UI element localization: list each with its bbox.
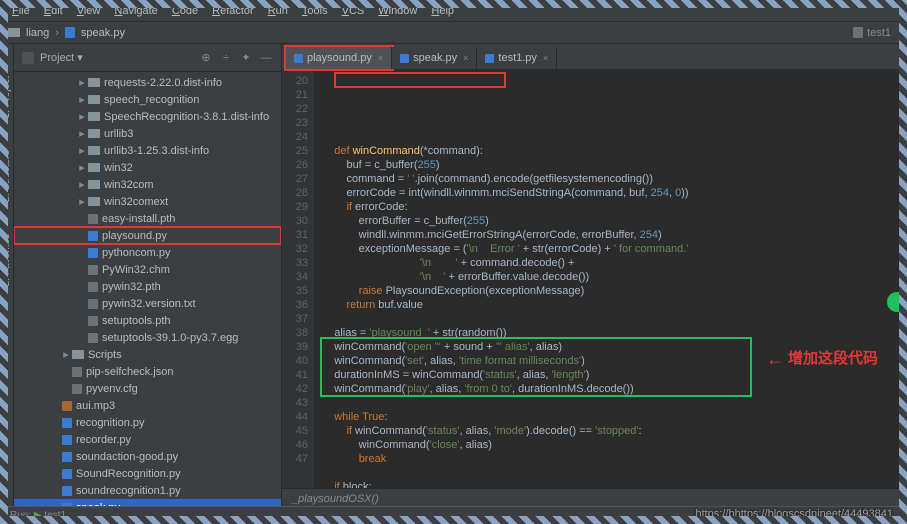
gear-icon[interactable]: ✦	[239, 51, 253, 65]
editor-breadcrumb[interactable]: _playsoundOSX()	[282, 488, 907, 508]
tool-structure[interactable]: 2: Structure	[1, 146, 12, 206]
tree-item[interactable]: ▸win32com	[14, 176, 281, 193]
crumb-file[interactable]: speak.py	[81, 27, 125, 39]
tree-item[interactable]: PyWin32.chm	[14, 261, 281, 278]
floating-badge[interactable]	[887, 292, 907, 312]
breadcrumb: liang › speak.py test1	[0, 22, 907, 44]
code-area[interactable]: 2021222324252627282930313233343536373839…	[282, 70, 907, 488]
python-file-icon	[65, 27, 75, 38]
tree-item[interactable]: playsound.py	[14, 227, 281, 244]
project-sidebar: Project ▾ ⊕ ÷ ✦ — ▸requests-2.22.0.dist-…	[14, 44, 282, 508]
tree-item[interactable]: ▸urllib3-1.25.3.dist-info	[14, 142, 281, 159]
menu-edit[interactable]: Edit	[38, 3, 69, 19]
tree-item[interactable]: ▸speech_recognition	[14, 91, 281, 108]
menu-help[interactable]: Help	[425, 3, 460, 19]
chevron-right-icon: ›	[55, 27, 59, 39]
code-content[interactable]: ←增加这段代码 def winCommand(*command): buf = …	[314, 70, 907, 488]
tree-item[interactable]: soundaction-good.py	[14, 448, 281, 465]
menu-refactor[interactable]: Refactor	[206, 3, 260, 19]
collapse-icon[interactable]: ÷	[219, 51, 233, 65]
tree-item[interactable]: pyvenv.cfg	[14, 380, 281, 397]
close-icon[interactable]: ×	[463, 53, 468, 63]
menu-view[interactable]: View	[71, 3, 107, 19]
tree-item[interactable]: pywin32.pth	[14, 278, 281, 295]
run-config-status[interactable]: test1	[853, 27, 899, 39]
tab-speak-py[interactable]: speak.py×	[392, 47, 477, 69]
tree-item[interactable]: ▸Scripts	[14, 346, 281, 363]
highlight-def	[334, 72, 506, 88]
tab-test1-py[interactable]: test1.py×	[477, 47, 557, 69]
menu-vcs[interactable]: VCS	[336, 3, 371, 19]
tree-item[interactable]: ▸urllib3	[14, 125, 281, 142]
tree-item[interactable]: soundrecognition1.py	[14, 482, 281, 499]
project-tree[interactable]: ▸requests-2.22.0.dist-info▸speech_recogn…	[14, 72, 281, 508]
watermark-url: https://bhttps://blogscsdnineet/44493841	[695, 508, 893, 520]
tree-item[interactable]: pywin32.version.txt	[14, 295, 281, 312]
menu-run[interactable]: Run	[262, 3, 294, 19]
tool-window-stripe-left: 1: Project 2: Structure 2: Favorites	[0, 44, 14, 508]
tree-item[interactable]: setuptools-39.1.0-py3.7.egg	[14, 329, 281, 346]
tree-item[interactable]: setuptools.pth	[14, 312, 281, 329]
project-dropdown[interactable]: Project ▾	[40, 51, 193, 64]
hide-icon[interactable]: —	[259, 51, 273, 65]
menu-file[interactable]: File	[6, 3, 36, 19]
line-numbers: 2021222324252627282930313233343536373839…	[282, 70, 314, 488]
menu-tools[interactable]: Tools	[296, 3, 334, 19]
run-label: Run:	[10, 510, 31, 521]
tool-favorites[interactable]: 2: Favorites	[1, 230, 12, 290]
menu-navigate[interactable]: Navigate	[108, 3, 163, 19]
tree-item[interactable]: pip-selfcheck.json	[14, 363, 281, 380]
tree-item[interactable]: ▸win32	[14, 159, 281, 176]
menu-code[interactable]: Code	[166, 3, 204, 19]
editor-tabs: playsound.py×speak.py×test1.py×	[282, 44, 907, 70]
locate-icon[interactable]: ⊕	[199, 51, 213, 65]
tree-item[interactable]: easy-install.pth	[14, 210, 281, 227]
tool-project[interactable]: 1: Project	[1, 72, 12, 122]
tree-item[interactable]: recorder.py	[14, 431, 281, 448]
close-icon[interactable]: ×	[543, 53, 548, 63]
arrow-left-icon: ←	[766, 352, 784, 366]
editor: playsound.py×speak.py×test1.py× 20212223…	[282, 44, 907, 508]
run-target[interactable]: test1	[44, 510, 66, 521]
tree-item[interactable]: pythoncom.py	[14, 244, 281, 261]
tree-item[interactable]: SoundRecognition.py	[14, 465, 281, 482]
tree-item[interactable]: ▸requests-2.22.0.dist-info	[14, 74, 281, 91]
tree-item[interactable]: aui.mp3	[14, 397, 281, 414]
folder-icon	[8, 28, 20, 37]
tree-item[interactable]: ▸SpeechRecognition-3.8.1.dist-info	[14, 108, 281, 125]
tree-item[interactable]: ▸win32comext	[14, 193, 281, 210]
menubar: FileEditViewNavigateCodeRefactorRunTools…	[0, 0, 907, 22]
project-icon	[22, 52, 34, 64]
menu-window[interactable]: Window	[372, 3, 423, 19]
close-icon[interactable]: ×	[378, 53, 383, 63]
crumb-folder[interactable]: liang	[26, 27, 49, 39]
sidebar-header: Project ▾ ⊕ ÷ ✦ —	[14, 44, 281, 72]
annotation-label: ←增加这段代码	[766, 352, 878, 366]
tab-playsound-py[interactable]: playsound.py×	[286, 47, 392, 69]
tree-item[interactable]: recognition.py	[14, 414, 281, 431]
